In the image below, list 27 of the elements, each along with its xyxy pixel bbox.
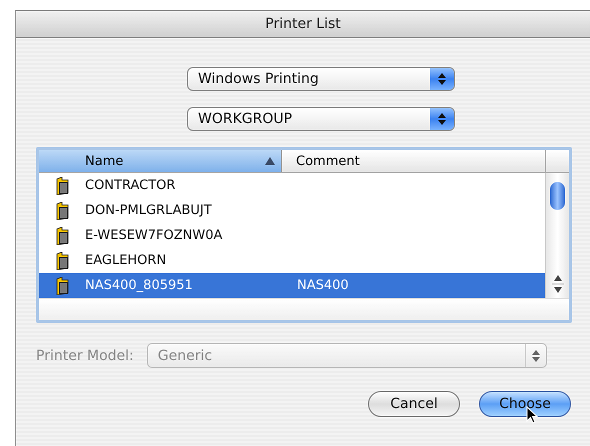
server-icon bbox=[56, 252, 70, 270]
list-row[interactable]: EAGLEHORN bbox=[39, 248, 545, 273]
server-icon bbox=[56, 202, 70, 220]
list-row[interactable]: E-WESEW7FOZNW0A bbox=[39, 223, 545, 248]
updown-arrows-icon bbox=[430, 108, 454, 130]
printer-name: CONTRACTOR bbox=[84, 178, 176, 193]
field-label: Printer Model: bbox=[36, 348, 134, 364]
printer-name: NAS400_805951 bbox=[84, 278, 194, 293]
server-icon bbox=[56, 226, 70, 244]
list-row[interactable]: CONTRACTOR bbox=[39, 173, 545, 198]
push-button[interactable]: Cancel bbox=[368, 391, 460, 417]
list-row[interactable]: NAS400_805951 NAS400 bbox=[39, 273, 545, 298]
printer-name: E-WESEW7FOZNW0A bbox=[84, 228, 224, 243]
column-header[interactable]: Name bbox=[39, 150, 282, 172]
list-row[interactable]: DON-PMLGRLABUJT bbox=[39, 198, 545, 223]
printer-name: DON-PMLGRLABUJT bbox=[84, 203, 213, 218]
server-icon bbox=[56, 276, 70, 294]
printer-comment: NAS400 bbox=[296, 278, 349, 293]
column-header[interactable]: Comment bbox=[282, 150, 546, 172]
server-icon bbox=[56, 176, 70, 194]
updown-arrows-icon bbox=[430, 68, 454, 90]
window-title: Printer List bbox=[265, 16, 341, 32]
header-corner bbox=[546, 150, 569, 172]
printer-name: EAGLEHORN bbox=[84, 253, 168, 268]
popup-menu[interactable]: Windows Printing bbox=[187, 67, 455, 91]
scroll-bar[interactable] bbox=[545, 173, 569, 298]
popup-menu[interactable]: WORKGROUP bbox=[187, 107, 455, 131]
